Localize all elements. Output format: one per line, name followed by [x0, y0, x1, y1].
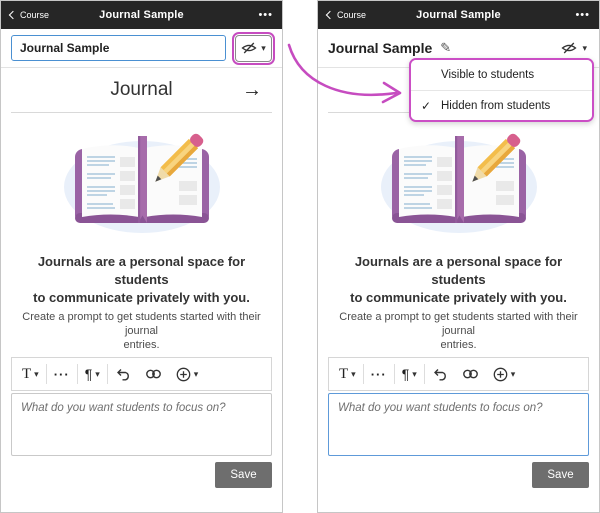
- back-label: Course: [20, 10, 49, 20]
- chevron-down-icon: ▾: [95, 370, 100, 379]
- arrow-right-icon: →: [242, 79, 262, 102]
- more-options-button[interactable]: ···: [364, 358, 394, 390]
- undo-icon: [115, 367, 131, 381]
- text-style-button[interactable]: T ▾: [15, 358, 46, 390]
- editor-toolbar: T ▾ ··· ¶ ▾: [11, 357, 272, 391]
- description-sub-line2: entries.: [13, 338, 270, 352]
- save-button[interactable]: Save: [215, 462, 272, 488]
- visibility-dropdown: Visible to students ✓ Hidden from studen…: [409, 58, 594, 122]
- link-icon: [462, 368, 479, 380]
- journal-title-text: Journal Sample: [328, 40, 432, 56]
- undo-button[interactable]: [425, 358, 455, 390]
- journal-illustration: [1, 115, 282, 251]
- paragraph-label: ¶: [85, 366, 93, 382]
- journal-prompt-input[interactable]: [328, 393, 589, 456]
- editor-toolbar: T ▾ ··· ¶ ▾: [328, 357, 589, 391]
- journal-link-row[interactable]: Journal →: [11, 68, 272, 113]
- paragraph-button[interactable]: ¶ ▾: [395, 358, 424, 390]
- open-book-pencil-illustration: [57, 118, 227, 248]
- phone-right: Course Journal Sample ••• Journal Sample…: [317, 0, 600, 513]
- chevron-left-icon: [9, 11, 17, 19]
- chevron-down-icon: ▾: [261, 44, 266, 53]
- description-sub-line1: Create a prompt to get students started …: [13, 310, 270, 338]
- description-bold-line1: Journals are a personal space for studen…: [13, 253, 270, 289]
- back-label: Course: [337, 10, 366, 20]
- page-title: Journal Sample: [72, 9, 211, 21]
- screenshot-stage: Course Journal Sample ••• ▾ Journal →: [0, 0, 600, 513]
- description-bold-line1: Journals are a personal space for studen…: [330, 253, 587, 289]
- more-options-button[interactable]: ···: [47, 358, 77, 390]
- menu-item-label: Hidden from students: [441, 100, 550, 112]
- description-bold-line2: to communicate privately with you.: [13, 289, 270, 307]
- insert-content-button[interactable]: ▾: [169, 358, 206, 390]
- description-bold-line2: to communicate privately with you.: [330, 289, 587, 307]
- undo-button[interactable]: [108, 358, 138, 390]
- journal-title-input[interactable]: [11, 35, 226, 61]
- link-button[interactable]: [138, 358, 169, 390]
- journal-illustration: [318, 115, 599, 251]
- plus-circle-icon: [493, 367, 508, 382]
- back-button[interactable]: Course: [327, 10, 389, 20]
- open-book-pencil-illustration: [374, 118, 544, 248]
- overflow-menu-icon[interactable]: •••: [528, 9, 590, 21]
- chevron-left-icon: [326, 11, 334, 19]
- eye-slash-icon: [241, 42, 257, 54]
- chevron-down-icon: ▾: [582, 44, 587, 53]
- text-style-label: T: [339, 366, 348, 383]
- menu-item-hidden[interactable]: ✓ Hidden from students: [411, 90, 592, 120]
- menu-item-visible[interactable]: Visible to students: [411, 60, 592, 90]
- chevron-down-icon: ▾: [412, 370, 417, 379]
- undo-icon: [432, 367, 448, 381]
- journal-description: Journals are a personal space for studen…: [330, 253, 587, 352]
- app-bar: Course Journal Sample •••: [318, 1, 599, 29]
- text-style-button[interactable]: T ▾: [332, 358, 363, 390]
- overflow-menu-icon[interactable]: •••: [211, 9, 273, 21]
- menu-item-label: Visible to students: [441, 69, 534, 81]
- app-bar: Course Journal Sample •••: [1, 1, 282, 29]
- link-button[interactable]: [455, 358, 486, 390]
- back-button[interactable]: Course: [10, 10, 72, 20]
- check-icon: ✓: [421, 99, 441, 113]
- description-sub-line1: Create a prompt to get students started …: [330, 310, 587, 338]
- visibility-button[interactable]: ▾: [559, 38, 589, 58]
- edit-pencil-icon[interactable]: ✎: [440, 40, 451, 56]
- paragraph-button[interactable]: ¶ ▾: [78, 358, 107, 390]
- text-style-label: T: [22, 366, 31, 383]
- eye-slash-icon: [561, 42, 577, 54]
- paragraph-label: ¶: [402, 366, 410, 382]
- page-title: Journal Sample: [389, 9, 528, 21]
- journal-description: Journals are a personal space for studen…: [13, 253, 270, 352]
- plus-circle-icon: [176, 367, 191, 382]
- chevron-down-icon: ▾: [194, 370, 199, 379]
- chevron-down-icon: ▾: [34, 370, 39, 379]
- phone-left: Course Journal Sample ••• ▾ Journal →: [0, 0, 283, 513]
- description-sub-line2: entries.: [330, 338, 587, 352]
- journal-prompt-input[interactable]: [11, 393, 272, 456]
- visibility-button[interactable]: ▾: [235, 35, 272, 62]
- save-button[interactable]: Save: [532, 462, 589, 488]
- journal-heading: Journal: [110, 79, 172, 101]
- insert-content-button[interactable]: ▾: [486, 358, 523, 390]
- title-row: ▾: [1, 29, 282, 68]
- chevron-down-icon: ▾: [351, 370, 356, 379]
- link-icon: [145, 368, 162, 380]
- chevron-down-icon: ▾: [511, 370, 516, 379]
